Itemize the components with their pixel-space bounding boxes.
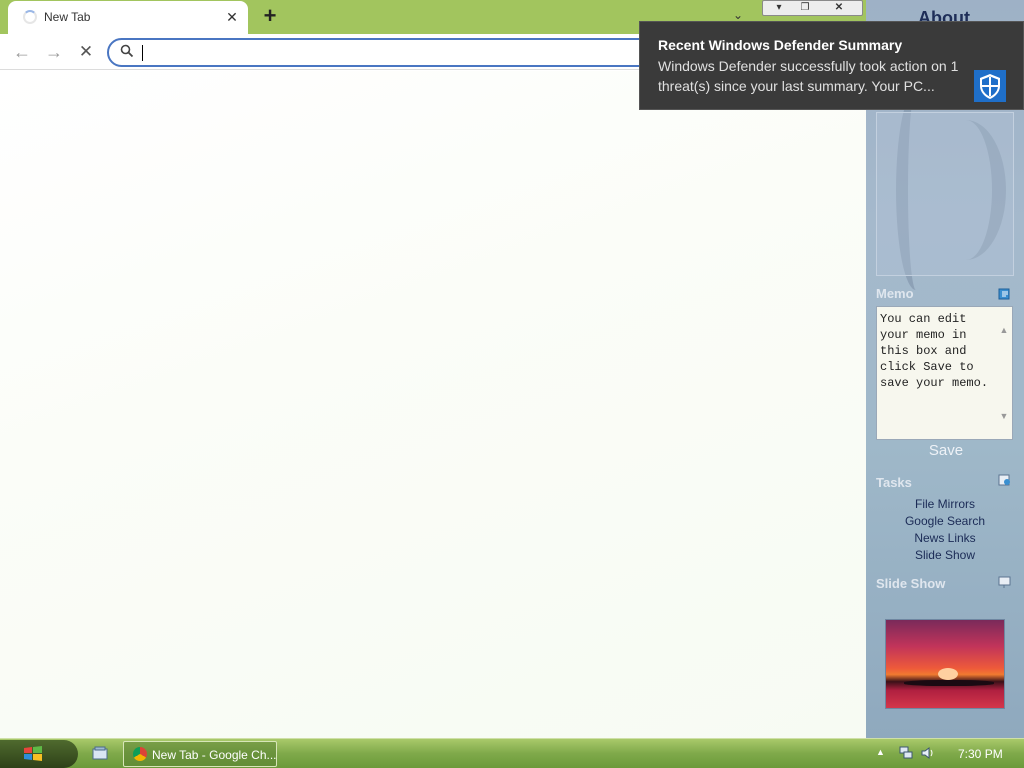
memo-title: Memo <box>876 286 914 301</box>
memo-textbox[interactable]: You can edit your memo in this box and c… <box>876 306 1013 440</box>
task-link-file-mirrors[interactable]: File Mirrors <box>866 496 1024 513</box>
slideshow-image[interactable] <box>885 619 1005 709</box>
start-button[interactable] <box>0 740 78 768</box>
windows-logo-icon <box>24 746 42 761</box>
close-icon: ✕ <box>78 42 94 61</box>
tray-expand-icon[interactable]: ▲ <box>876 747 885 757</box>
chrome-icon <box>133 747 147 761</box>
notification-title: Recent Windows Defender Summary <box>658 37 903 53</box>
show-desktop-icon[interactable] <box>92 746 108 760</box>
search-icon <box>120 44 134 58</box>
sunset-island <box>904 680 994 686</box>
arrow-left-icon: ← <box>13 42 31 62</box>
tab-search-dropdown-icon[interactable]: ⌄ <box>733 8 743 22</box>
loading-spinner-icon <box>23 10 37 24</box>
task-link-google-search[interactable]: Google Search <box>866 513 1024 530</box>
taskbar-button-chrome[interactable]: New Tab - Google Ch... <box>123 741 277 767</box>
back-button[interactable]: ← <box>10 40 34 64</box>
scroll-down-icon[interactable]: ▼ <box>998 411 1010 421</box>
gadget-frame <box>876 112 1014 276</box>
tasks-icon[interactable] <box>998 474 1012 486</box>
slideshow-icon[interactable] <box>998 576 1012 588</box>
page-content <box>0 71 866 738</box>
slideshow-title: Slide Show <box>876 576 946 591</box>
close-window-button[interactable]: ✕ <box>827 1 851 15</box>
network-icon[interactable] <box>898 746 914 760</box>
task-link-news-links[interactable]: News Links <box>866 530 1024 547</box>
restore-button[interactable]: ❐ <box>793 1 817 15</box>
new-tab-button[interactable]: + <box>259 4 281 28</box>
forward-button[interactable]: → <box>42 40 66 64</box>
stop-loading-button[interactable]: ✕ <box>74 40 98 64</box>
volume-icon[interactable] <box>920 746 936 760</box>
taskbar: New Tab - Google Ch... ▲ 7:30 PM <box>0 738 1024 768</box>
tab-title: New Tab <box>44 10 91 24</box>
memo-save-button[interactable]: Save <box>906 442 986 459</box>
text-caret <box>142 45 143 61</box>
arrow-right-icon: → <box>45 42 63 62</box>
browser-window: New Tab ✕ + ⌄ ▾ ❐ ✕ ← → ✕ <box>0 0 866 738</box>
tasks-list: File Mirrors Google Search News Links Sl… <box>866 496 1024 564</box>
taskbar-button-label: New Tab - Google Ch... <box>152 748 277 762</box>
clock[interactable]: 7:30 PM <box>958 747 1003 761</box>
task-link-slide-show[interactable]: Slide Show <box>866 547 1024 564</box>
minimize-button[interactable]: ▾ <box>767 1 791 15</box>
shield-icon <box>974 70 1006 102</box>
defender-notification[interactable]: Recent Windows Defender Summary Windows … <box>639 21 1024 110</box>
windows-sidebar: About Memo You can edit your memo in thi… <box>866 0 1024 738</box>
scroll-up-icon[interactable]: ▲ <box>998 325 1010 335</box>
window-controls: ▾ ❐ ✕ <box>762 0 863 16</box>
notification-body: Windows Defender successfully took actio… <box>658 58 959 94</box>
tasks-title: Tasks <box>876 475 912 490</box>
tab-new-tab[interactable]: New Tab ✕ <box>8 1 248 34</box>
memo-text[interactable]: You can edit your memo in this box and c… <box>880 311 992 391</box>
memo-icon[interactable] <box>998 288 1012 300</box>
tab-close-icon[interactable]: ✕ <box>224 9 240 25</box>
sunset-sun <box>938 668 958 680</box>
